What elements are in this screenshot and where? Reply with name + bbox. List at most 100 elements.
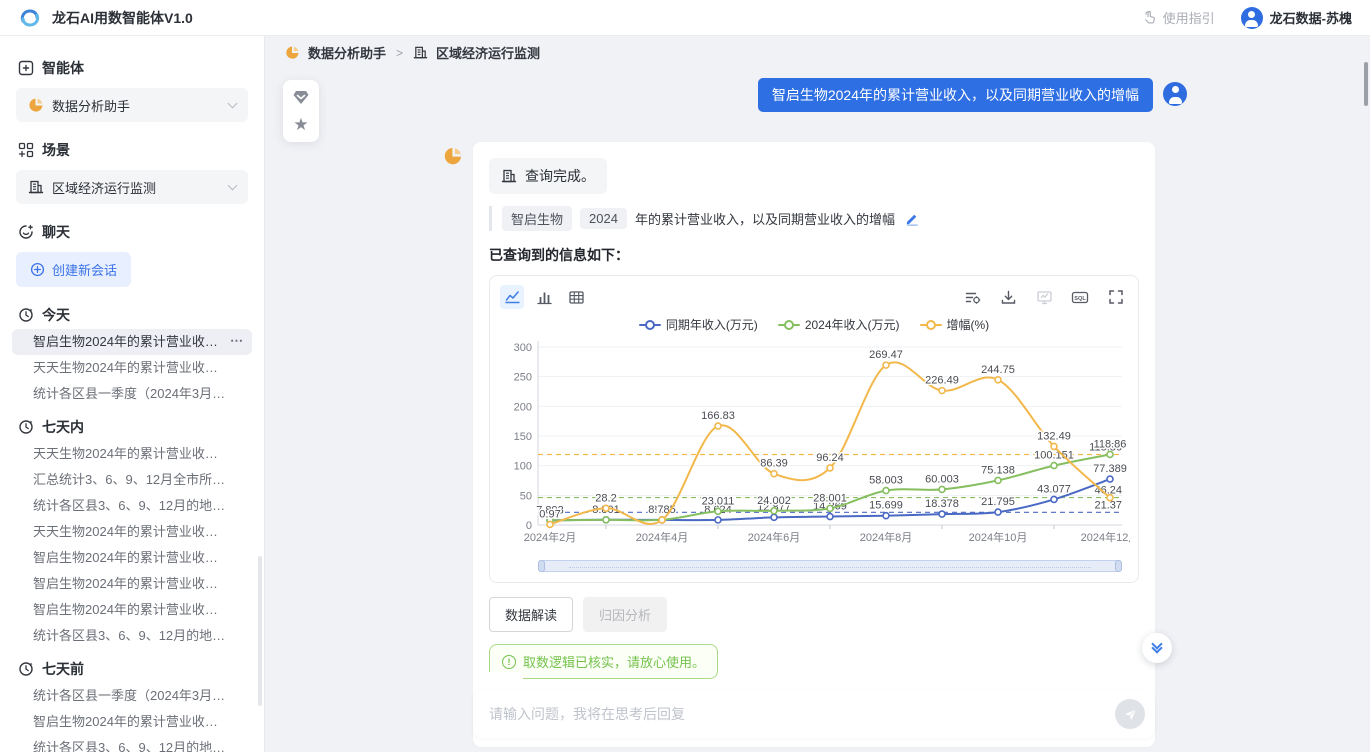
legend-marker-icon [639, 320, 661, 330]
history-group-header: 七天前 [0, 649, 264, 683]
svg-text:100: 100 [514, 461, 532, 473]
legend-label: 同期年收入(万元) [666, 316, 758, 333]
clock-history-icon [18, 661, 34, 677]
history-group-label: 七天内 [42, 417, 84, 437]
slider-handle-right[interactable] [1115, 560, 1122, 572]
filter-settings-icon[interactable] [960, 285, 984, 309]
pie-icon [285, 45, 300, 60]
send-button[interactable] [1115, 699, 1145, 729]
history-list-item[interactable]: 天天生物2024年的累计营业收入，以及同期... [12, 519, 252, 545]
history-list-item[interactable]: 统计各区县3、6、9、12月的地区生产总值... [12, 623, 252, 649]
line-chart-icon[interactable] [500, 285, 524, 309]
user-message-bubble: 智启生物2024年的累计营业收入，以及同期营业收入的增幅 [758, 78, 1153, 112]
legend-item[interactable]: 增幅(%) [920, 316, 990, 333]
svg-text:60.003: 60.003 [925, 473, 959, 485]
assistant-avatar-icon [443, 146, 463, 166]
verified-notice-text: 取数逻辑已核实，请放心使用。 [523, 652, 705, 671]
user-name: 龙石数据-苏槐 [1270, 8, 1352, 27]
svg-text:166.83: 166.83 [701, 410, 735, 422]
result-intro: 已查询到的信息如下： [489, 245, 1139, 265]
legend-marker-icon [778, 320, 800, 330]
building-icon [501, 168, 517, 184]
agent-section-header: 智能体 [0, 50, 264, 86]
download-icon[interactable] [996, 285, 1020, 309]
user-account[interactable]: 龙石数据-苏槐 [1241, 7, 1352, 29]
chart-legend: 同期年收入(万元) 2024年收入(万元) 增幅(%) [500, 316, 1128, 333]
svg-text:28.001: 28.001 [813, 492, 847, 504]
svg-text:75.138: 75.138 [981, 464, 1015, 476]
scene-select-value: 区域经济运行监测 [52, 178, 221, 197]
usage-guide-label: 使用指引 [1163, 8, 1215, 27]
legend-label: 增幅(%) [947, 316, 990, 333]
svg-text:86.39: 86.39 [760, 458, 788, 470]
svg-text:15.699: 15.699 [869, 500, 903, 512]
chat-input-bar [473, 690, 1155, 738]
agent-section-label: 智能体 [42, 58, 84, 78]
gem-tag-button[interactable] [291, 87, 311, 107]
query-chip: 2024 [580, 208, 627, 229]
chat-input[interactable] [489, 706, 1115, 722]
svg-text:226.49: 226.49 [925, 375, 959, 387]
data-interpret-button[interactable]: 数据解读 [489, 597, 573, 632]
history-list-item[interactable]: 智启生物2024年的累计营业收入，以及同期... [12, 597, 252, 623]
attribution-analysis-button[interactable]: 归因分析 [583, 597, 667, 632]
scroll-to-bottom-button[interactable] [1142, 633, 1172, 663]
paper-plane-icon [1123, 707, 1138, 722]
chart-toolbar: SQL [500, 282, 1128, 312]
chart-datazoom-slider[interactable] [538, 560, 1122, 572]
slider-handle-left[interactable] [538, 560, 545, 572]
svg-text:2024年12月: 2024年12月 [1081, 530, 1130, 544]
agent-select-value: 数据分析助手 [52, 96, 221, 115]
history-list-item[interactable]: 统计各区县3、6、9、12月的地区生产总值... [12, 735, 252, 752]
preview-icon[interactable] [1032, 285, 1056, 309]
chart-panel: SQL 同期年收入(万元)2024年收入(万元)增幅(%) 0501001502… [489, 275, 1139, 583]
window-scrollbar[interactable] [1364, 62, 1368, 106]
breadcrumb-agent[interactable]: 数据分析助手 [308, 43, 386, 62]
svg-text:2024年2月: 2024年2月 [524, 530, 577, 544]
history-list-item[interactable]: 智启生物2024年的累计营业收入，以及...⋯ [12, 329, 252, 355]
breadcrumb-separator: > [394, 46, 405, 60]
main-area: 数据分析助手 > 区域经济运行监测 ★ 智启生物2024年的累计营业收入，以及同… [265, 36, 1370, 752]
query-status-chip: 查询完成。 [489, 158, 607, 194]
scene-select[interactable]: 区域经济运行监测 [16, 170, 248, 204]
gem-icon [292, 88, 310, 106]
history-list-item[interactable]: 天天生物2024年的累计营业收入，以及同期... [12, 355, 252, 381]
legend-item[interactable]: 同期年收入(万元) [639, 316, 758, 333]
legend-label: 2024年收入(万元) [805, 316, 900, 333]
history-list-item[interactable]: 统计各区县一季度（2024年3月）的地区生... [12, 381, 252, 407]
building-icon [413, 45, 428, 60]
agent-select[interactable]: 数据分析助手 [16, 88, 248, 122]
app-logo-icon [18, 6, 42, 30]
breadcrumb-scene[interactable]: 区域经济运行监测 [436, 43, 540, 62]
bar-chart-icon[interactable] [532, 285, 556, 309]
history-group-label: 今天 [42, 305, 70, 325]
query-status-text: 查询完成。 [525, 166, 595, 186]
svg-text:SQL: SQL [1074, 296, 1086, 302]
sql-icon[interactable]: SQL [1068, 285, 1092, 309]
favorite-star-button[interactable]: ★ [291, 115, 311, 135]
legend-item[interactable]: 2024年收入(万元) [778, 316, 900, 333]
sidebar: 智能体 数据分析助手 场景 区域经济运行监测 聊天 创建新会话 今天智启生物20… [0, 36, 265, 752]
scrolled-element-edge [475, 672, 523, 681]
usage-guide-button[interactable]: 使用指引 [1142, 8, 1215, 27]
history-list-item[interactable]: 智启生物2024年的累计营业收入，以及同期... [12, 545, 252, 571]
history-list-item[interactable]: 智启生物2024年的累计营业收入，以及同期... [12, 571, 252, 597]
table-icon[interactable] [564, 285, 588, 309]
history-list-item[interactable]: 天天生物2024年的累计营业收入，以及同期... [12, 441, 252, 467]
history-list-item[interactable]: 汇总统计3、6、9、12月全市所有区县的税... [12, 467, 252, 493]
fullscreen-icon[interactable] [1104, 285, 1128, 309]
svg-text:2024年6月: 2024年6月 [748, 530, 801, 544]
history-list-item[interactable]: 统计各区县3、6、9、12月的地区生产总值... [12, 493, 252, 519]
scene-icon [18, 142, 34, 158]
scene-section-header: 场景 [0, 132, 264, 168]
history-list-item[interactable]: 统计各区县一季度（2024年3月）的地区生... [12, 683, 252, 709]
edit-query-button[interactable] [905, 212, 919, 226]
svg-text:2024年8月: 2024年8月 [860, 530, 913, 544]
new-chat-button[interactable]: 创建新会话 [16, 252, 131, 287]
svg-text:43.077: 43.077 [1037, 483, 1071, 495]
svg-text:23.011: 23.011 [702, 495, 735, 507]
sidebar-scrollbar[interactable] [258, 556, 262, 706]
history-list-item[interactable]: 智启生物2024年的累计营业收入，以及同期... [12, 709, 252, 735]
more-options-icon[interactable]: ⋯ [230, 333, 244, 349]
svg-text:150: 150 [514, 431, 532, 443]
